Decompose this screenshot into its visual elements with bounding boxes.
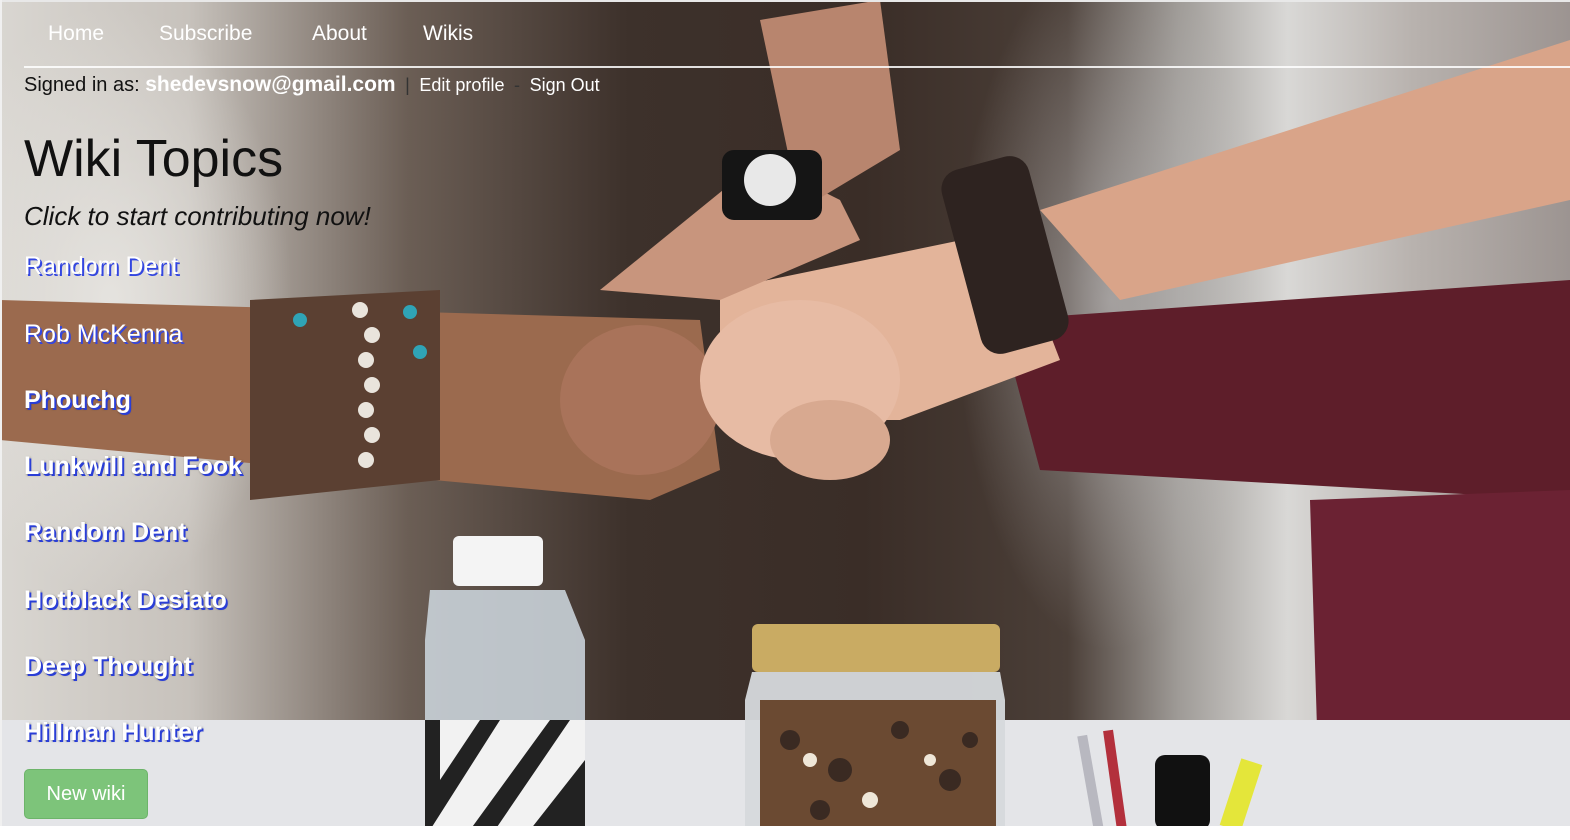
topic-link[interactable]: Random Dent: [24, 516, 187, 548]
page-title: Wiki Topics: [24, 130, 284, 188]
edit-profile-link[interactable]: Edit profile: [419, 75, 504, 95]
nav-home-link[interactable]: Home: [48, 20, 104, 48]
nav-about-link[interactable]: About: [312, 20, 367, 48]
top-nav: Home Subscribe About Wikis: [24, 0, 1570, 68]
page-subtitle: Click to start contributing now!: [24, 201, 371, 231]
background-photo: [0, 0, 1570, 840]
nav-wikis-link[interactable]: Wikis: [423, 20, 473, 48]
topic-link[interactable]: Lunkwill and Fook: [24, 450, 242, 482]
topic-link[interactable]: Phouchg: [24, 384, 131, 416]
user-email: shedevsnow@gmail.com: [145, 73, 396, 96]
left-border: [0, 0, 2, 840]
bottom-border: [0, 826, 1570, 840]
background-illustration: [0, 0, 1570, 832]
separator: -: [514, 75, 521, 95]
topic-link[interactable]: Hillman Hunter: [24, 716, 202, 748]
signed-in-label: Signed in as:: [24, 74, 140, 96]
session-bar: Signed in as: shedevsnow@gmail.com | Edi…: [24, 71, 600, 99]
nav-subscribe-link[interactable]: Subscribe: [159, 20, 252, 48]
topic-link[interactable]: Hotblack Desiato: [24, 584, 227, 616]
topic-link[interactable]: Deep Thought: [24, 650, 192, 682]
separator: |: [405, 75, 410, 95]
new-wiki-button[interactable]: New wiki: [24, 769, 148, 819]
sign-out-link[interactable]: Sign Out: [530, 75, 600, 95]
topic-link[interactable]: Random Dent: [24, 250, 178, 282]
topic-link[interactable]: Rob McKenna: [24, 318, 182, 350]
